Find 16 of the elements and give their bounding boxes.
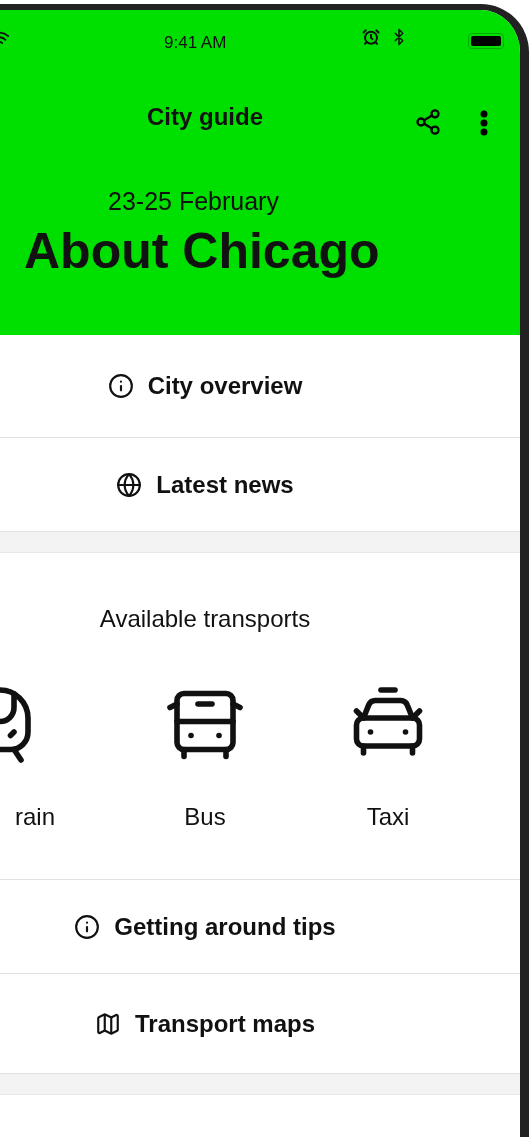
globe-icon <box>116 471 143 498</box>
app-title: City guide <box>146 103 264 131</box>
battery-icon <box>468 33 504 49</box>
alarm-icon <box>362 28 380 46</box>
map-icon <box>94 1010 121 1037</box>
transport-option[interactable]: Taxi <box>328 683 448 831</box>
section-heading: Available transports <box>98 605 312 633</box>
status-time: 9:41 AM <box>164 33 227 53</box>
date-range: 23-25 February <box>108 187 280 216</box>
share-icon <box>414 108 442 136</box>
info-icon <box>74 913 101 940</box>
transport-option[interactable]: Bus <box>145 683 265 831</box>
info-icon <box>107 373 134 399</box>
transport-option[interactable]: rain <box>0 683 60 831</box>
more-icon <box>480 110 488 136</box>
page-title: About Chicago <box>24 222 381 280</box>
